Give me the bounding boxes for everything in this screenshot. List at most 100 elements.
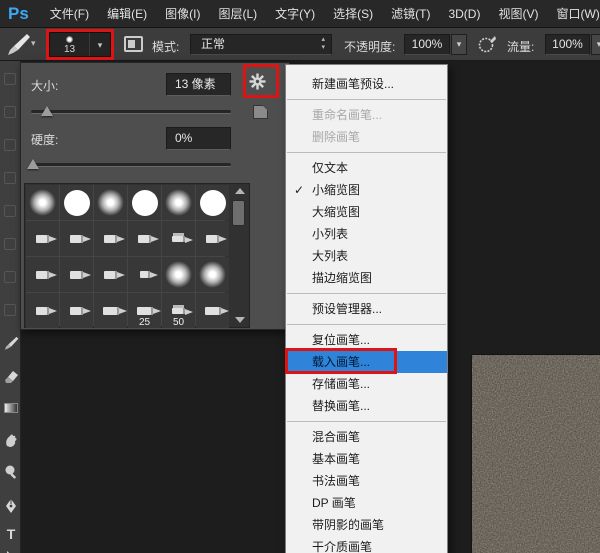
scroll-down-icon[interactable] bbox=[235, 317, 245, 323]
move-tool-icon[interactable] bbox=[4, 73, 16, 85]
brush-preset-1[interactable] bbox=[26, 185, 59, 220]
menu-item-save-brushes[interactable]: 存储画笔... bbox=[286, 373, 447, 395]
brush-preset-13[interactable] bbox=[26, 257, 59, 292]
smudge-tool-icon[interactable] bbox=[1, 430, 21, 450]
brush-preset-19[interactable] bbox=[26, 293, 59, 328]
flow-dropdown-arrow[interactable]: ▾ bbox=[591, 34, 600, 55]
blend-mode-select[interactable]: 正常 ▴▾ bbox=[190, 34, 332, 55]
new-brush-icon[interactable] bbox=[253, 105, 268, 119]
brush-preset-22[interactable]: 25 bbox=[128, 293, 161, 328]
menu-item-load-brushes[interactable]: 载入画笔... bbox=[286, 351, 447, 373]
stamp-tool-icon[interactable] bbox=[4, 304, 16, 316]
chevron-down-icon[interactable]: ▾ bbox=[90, 33, 110, 56]
scrollbar-thumb[interactable] bbox=[232, 200, 245, 226]
brush-preset-picker-button[interactable]: 13 ▾ bbox=[49, 32, 111, 57]
healing-tool-icon[interactable] bbox=[4, 271, 16, 283]
brush-thumbnail bbox=[36, 235, 49, 243]
menu-item-replace-brushes[interactable]: 替换画笔... bbox=[286, 395, 447, 417]
brush-tool-icon[interactable] bbox=[5, 31, 31, 62]
menu-item-basic-brushes[interactable]: 基本画笔 bbox=[286, 448, 447, 470]
brush-preset-5[interactable] bbox=[162, 185, 195, 220]
chevron-down-icon[interactable]: ▾ bbox=[31, 38, 36, 49]
opacity-dropdown-arrow[interactable]: ▾ bbox=[451, 34, 467, 55]
menu-image[interactable]: 图像(I) bbox=[156, 0, 209, 28]
menu-view[interactable]: 视图(V) bbox=[489, 0, 547, 28]
type-tool-icon[interactable]: T bbox=[1, 524, 21, 544]
brush-preset-6[interactable] bbox=[196, 185, 229, 220]
menu-file[interactable]: 文件(F) bbox=[41, 0, 98, 28]
menu-item-reset-brushes[interactable]: 复位画笔... bbox=[286, 329, 447, 351]
brush-preset-23[interactable]: 50 bbox=[162, 293, 195, 328]
brush-preset-9[interactable] bbox=[94, 221, 127, 256]
dodge-tool-icon[interactable] bbox=[1, 462, 21, 482]
brush-preset-12[interactable] bbox=[196, 221, 229, 256]
opacity-value[interactable]: 100% bbox=[404, 34, 450, 55]
brush-thumbnail bbox=[70, 235, 83, 243]
eyedropper-tool-icon[interactable] bbox=[4, 238, 16, 250]
menu-item-assorted-brushes[interactable]: 混合画笔 bbox=[286, 426, 447, 448]
brush-preset-4[interactable] bbox=[128, 185, 161, 220]
size-value-field[interactable]: 13 像素 bbox=[166, 73, 231, 96]
menu-item-new-brush-preset[interactable]: 新建画笔预设... bbox=[286, 73, 447, 95]
brush-preset-20[interactable] bbox=[60, 293, 93, 328]
brush-preset-17[interactable] bbox=[162, 257, 195, 292]
brush-thumbnail bbox=[103, 307, 119, 315]
menu-item-text-only[interactable]: 仅文本 bbox=[286, 157, 447, 179]
menu-type[interactable]: 文字(Y) bbox=[266, 0, 324, 28]
menu-bar: Ps 文件(F) 编辑(E) 图像(I) 图层(L) 文字(Y) 选择(S) 滤… bbox=[0, 0, 600, 28]
brush-preset-24[interactable] bbox=[196, 293, 229, 328]
selection-tool-icon[interactable] bbox=[4, 172, 16, 184]
scroll-up-icon[interactable] bbox=[235, 188, 245, 194]
menu-3d[interactable]: 3D(D) bbox=[439, 0, 489, 28]
brush-preset-15[interactable] bbox=[94, 257, 127, 292]
menu-item-dry-media-brushes[interactable]: 干介质画笔 bbox=[286, 536, 447, 553]
menu-item-large-thumbnail[interactable]: 大缩览图 bbox=[286, 201, 447, 223]
brush-preset-7[interactable] bbox=[26, 221, 59, 256]
brush-tool-icon[interactable] bbox=[1, 333, 21, 353]
menu-item-calligraphic-brushes[interactable]: 书法画笔 bbox=[286, 470, 447, 492]
brush-preset-14[interactable] bbox=[60, 257, 93, 292]
menu-window[interactable]: 窗口(W) bbox=[547, 0, 600, 28]
brush-preset-8[interactable] bbox=[60, 221, 93, 256]
menu-filter[interactable]: 滤镜(T) bbox=[382, 0, 439, 28]
menu-item-large-list[interactable]: 大列表 bbox=[286, 245, 447, 267]
menu-item-small-thumbnail[interactable]: ✓小缩览图 bbox=[286, 179, 447, 201]
menu-layer[interactable]: 图层(L) bbox=[209, 0, 266, 28]
brush-preset-11[interactable] bbox=[162, 221, 195, 256]
menu-item-stroke-thumbnail[interactable]: 描边缩览图 bbox=[286, 267, 447, 289]
path-select-tool-icon[interactable] bbox=[1, 548, 21, 553]
size-slider[interactable] bbox=[31, 110, 231, 114]
crop-tool-icon[interactable] bbox=[4, 205, 16, 217]
check-icon: ✓ bbox=[294, 179, 304, 201]
pen-tool-icon[interactable] bbox=[1, 496, 21, 516]
brush-preset-2[interactable] bbox=[60, 185, 93, 220]
menu-item-label: 混合画笔 bbox=[312, 430, 360, 444]
brush-grid-scrollbar[interactable] bbox=[232, 186, 246, 325]
gear-icon[interactable] bbox=[249, 73, 266, 95]
brush-preset-10[interactable] bbox=[128, 221, 161, 256]
flow-value[interactable]: 100% bbox=[545, 34, 590, 55]
brush-preset-21[interactable] bbox=[94, 293, 127, 328]
menu-select[interactable]: 选择(S) bbox=[324, 0, 382, 28]
blend-mode-value: 正常 bbox=[201, 37, 225, 51]
size-label: 大小: bbox=[31, 77, 58, 94]
size-slider-thumb[interactable] bbox=[41, 106, 53, 116]
menu-item-drop-shadow-brushes[interactable]: 带阴影的画笔 bbox=[286, 514, 447, 536]
hardness-slider[interactable] bbox=[31, 163, 231, 167]
lasso-tool-icon[interactable] bbox=[4, 139, 16, 151]
toggle-brush-panel-icon[interactable] bbox=[124, 36, 143, 52]
gradient-tool-icon[interactable] bbox=[1, 398, 21, 418]
brush-preset-16[interactable] bbox=[128, 257, 161, 292]
menu-item-preset-manager[interactable]: 预设管理器... bbox=[286, 298, 447, 320]
airbrush-icon[interactable] bbox=[477, 34, 497, 59]
marquee-tool-icon[interactable] bbox=[4, 106, 16, 118]
menu-edit[interactable]: 编辑(E) bbox=[98, 0, 156, 28]
hardness-slider-thumb[interactable] bbox=[27, 159, 39, 169]
brush-preset-3[interactable] bbox=[94, 185, 127, 220]
eraser-tool-icon[interactable] bbox=[1, 366, 21, 386]
tool-bar: T bbox=[0, 61, 21, 553]
hardness-value-field[interactable]: 0% bbox=[166, 127, 231, 150]
menu-item-small-list[interactable]: 小列表 bbox=[286, 223, 447, 245]
menu-item-dp-brushes[interactable]: DP 画笔 bbox=[286, 492, 447, 514]
brush-preset-18[interactable] bbox=[196, 257, 229, 292]
